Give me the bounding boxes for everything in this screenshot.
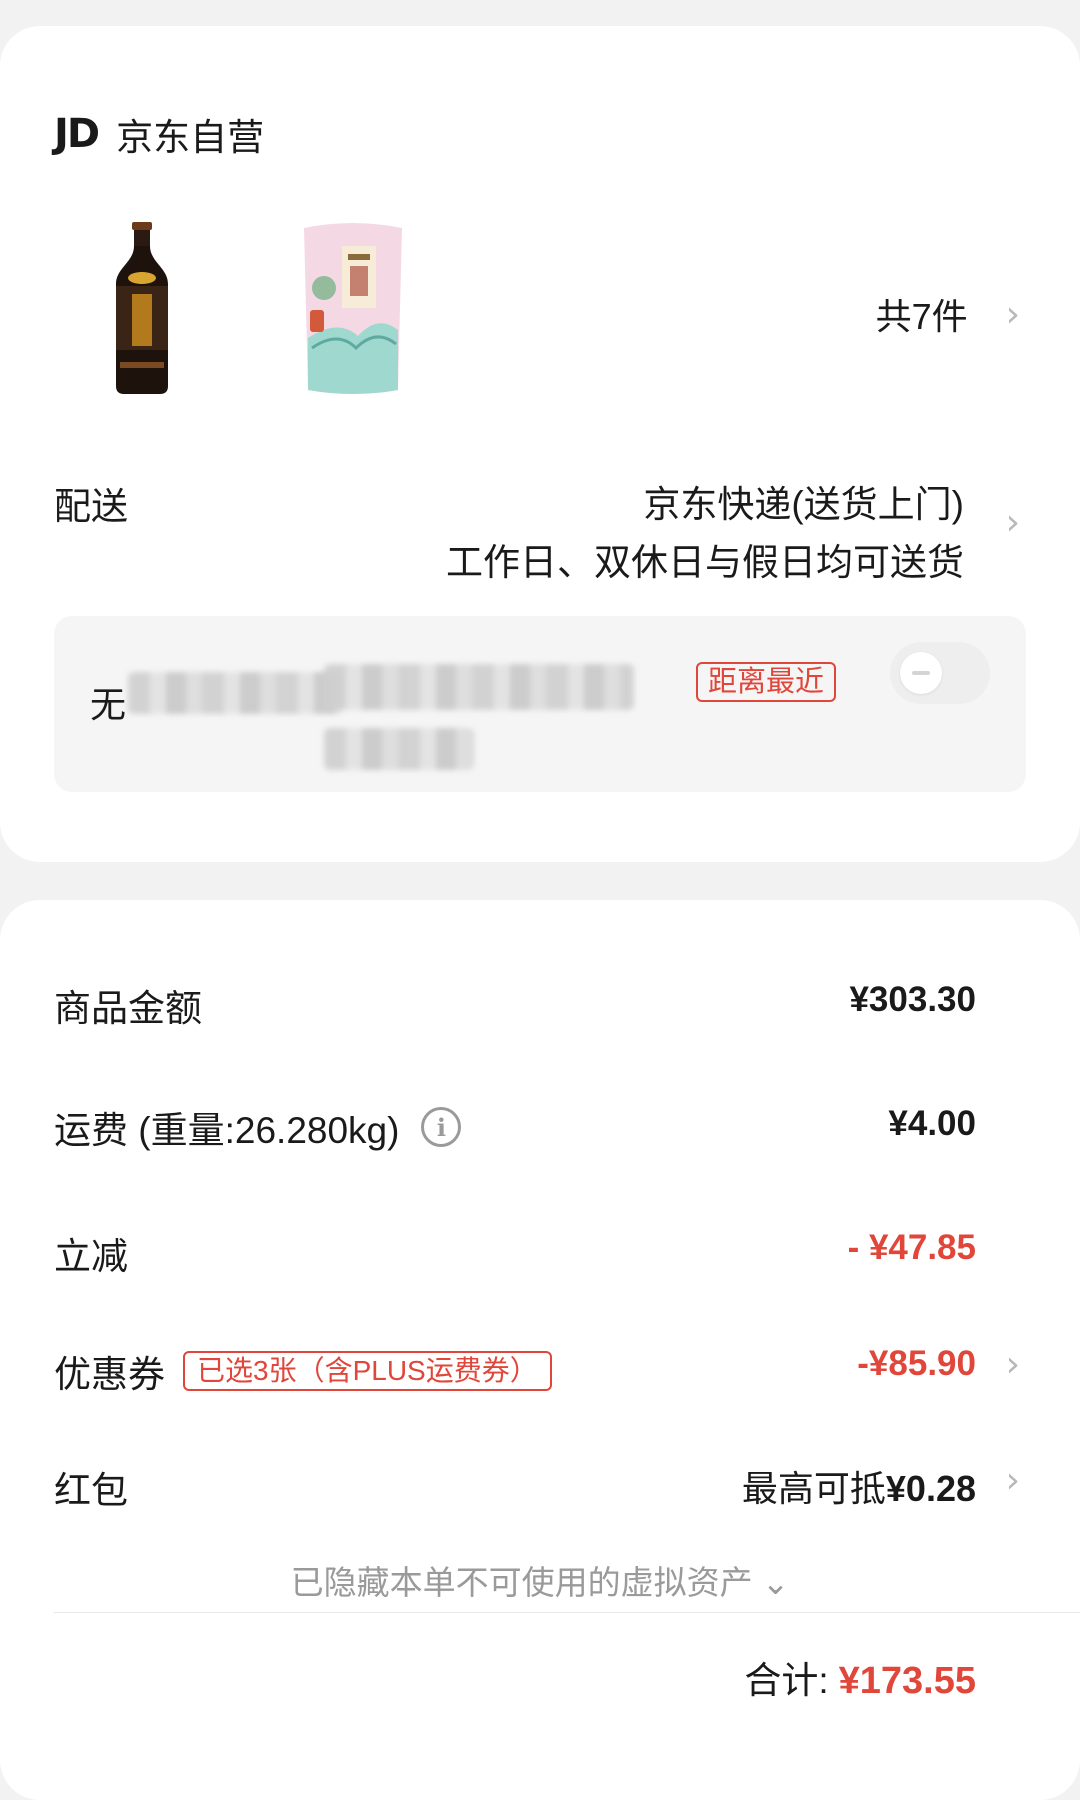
redpacket-prefix: 最高可抵 <box>741 1468 886 1509</box>
delivery-option[interactable]: 京东快递(送货上门) 工作日、双休日与假日均可送货 <box>446 476 964 592</box>
contactless-label: 无 <box>90 684 127 725</box>
item-count: 共7件 <box>875 296 968 337</box>
hidden-assets-toggle[interactable]: 已隐藏本单不可使用的虚拟资产 ⌄ <box>0 1556 1080 1604</box>
discount-value: - ¥47.85 <box>847 1228 976 1267</box>
delivery-schedule: 工作日、双休日与假日均可送货 <box>446 542 964 583</box>
store-title: JD 京东自营 <box>54 104 264 164</box>
goods-amount-label: 商品金额 <box>54 988 202 1029</box>
goods-amount-value: ¥303.30 <box>849 980 976 1019</box>
divider <box>54 1612 1080 1613</box>
redacted-address-line2 <box>324 728 474 770</box>
coupon-row[interactable]: 优惠券 已选3张（含PLUS运费券） <box>54 1344 552 1398</box>
shipping-row: 运费 (重量:26.280kg) i <box>54 1100 462 1154</box>
toggle-knob <box>900 652 942 694</box>
total-label: 合计: <box>744 1660 829 1701</box>
delivery-method: 京东快递(送货上门) <box>643 484 964 525</box>
contactless-delivery-panel: 无 距离最近 <box>54 616 1026 792</box>
store-name: 京东自营 <box>116 117 265 158</box>
chevron-right-icon[interactable]: › <box>1006 1460 1020 1501</box>
shipping-value: ¥4.00 <box>888 1104 976 1143</box>
delivery-label: 配送 <box>54 486 128 527</box>
coupon-value[interactable]: -¥85.90 <box>857 1344 976 1384</box>
order-total: 合计: ¥173.55 <box>744 1650 976 1704</box>
jd-logo: JD <box>54 111 100 157</box>
total-value: ¥173.55 <box>838 1660 976 1702</box>
coupon-selected-badge: 已选3张（含PLUS运费券） <box>183 1351 552 1391</box>
order-card: JD 京东自营 共7件 › 配送 京东快递(送货上门) 工作日、双休日与假日均可… <box>0 26 1080 862</box>
contactless-toggle[interactable] <box>890 642 990 704</box>
redacted-text <box>128 672 342 714</box>
redpacket-label: 红包 <box>54 1470 128 1511</box>
redpacket-value[interactable]: 最高可抵¥0.28 <box>742 1460 976 1512</box>
product-image-sesame-oil[interactable] <box>110 222 174 394</box>
chevron-right-icon[interactable]: › <box>1006 1344 1020 1385</box>
chevron-right-icon: › <box>1005 293 1020 335</box>
redpacket-amount: ¥0.28 <box>885 1468 976 1509</box>
nearest-badge: 距离最近 <box>696 662 837 702</box>
product-image-rice-bag[interactable] <box>298 218 408 398</box>
discount-label: 立减 <box>54 1236 128 1277</box>
info-icon[interactable]: i <box>421 1107 462 1147</box>
redacted-address <box>324 664 634 710</box>
coupon-label: 优惠券 <box>54 1354 165 1395</box>
shipping-label: 运费 (重量:26.280kg) <box>54 1110 400 1151</box>
chevron-right-icon[interactable]: › <box>1006 502 1020 543</box>
item-count-link[interactable]: 共7件 › <box>876 288 1020 340</box>
